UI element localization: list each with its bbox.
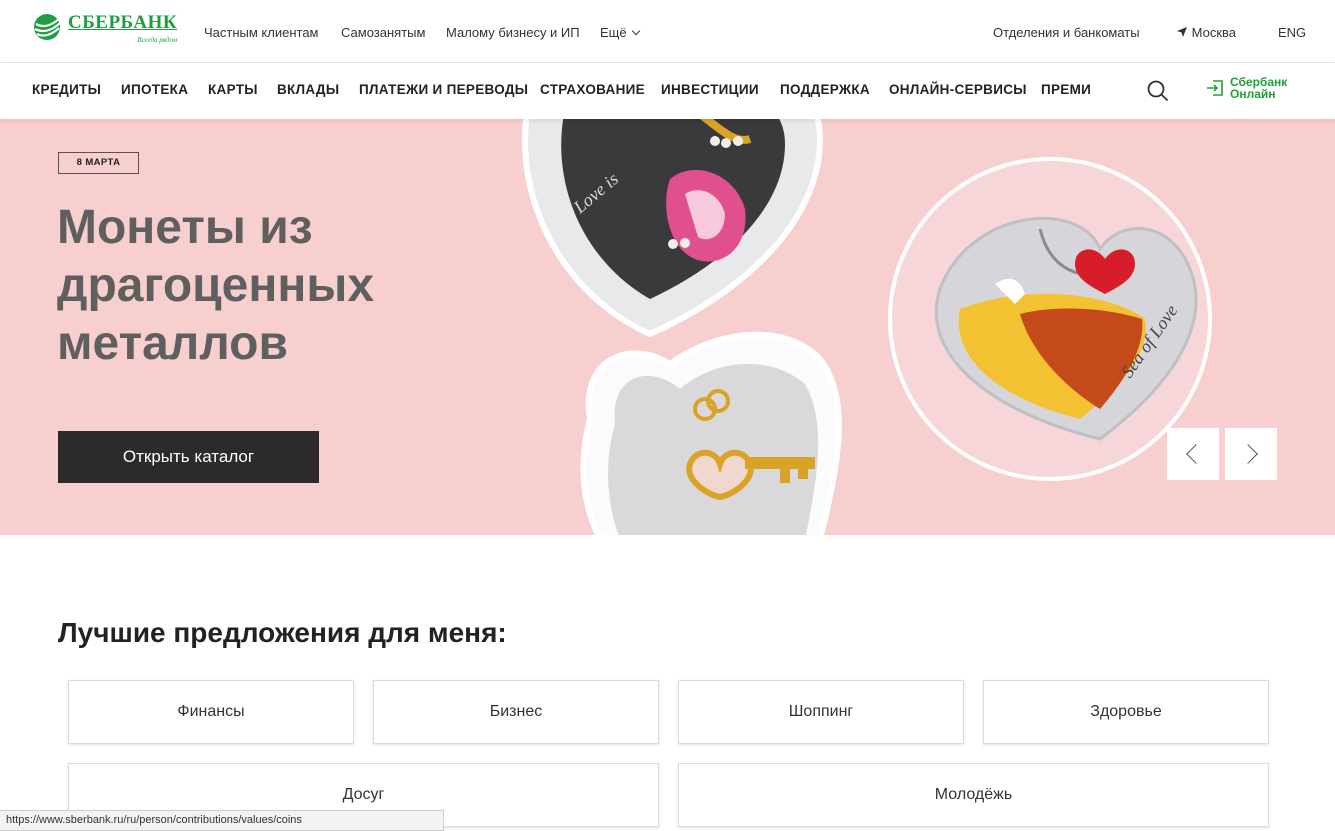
topnav-small-business[interactable]: Малому бизнесу и ИП [446, 25, 580, 40]
top-bar: СБЕРБАНК Всегда рядом Частным клиентам С… [0, 0, 1335, 63]
hero-title: Монеты из драгоценных металлов [57, 201, 375, 370]
logo-name: СБЕРБАНК [68, 12, 178, 33]
chevron-left-icon [1186, 444, 1206, 464]
offer-tile-finance[interactable]: Финансы [68, 680, 354, 744]
nav-support[interactable]: ПОДДЕРЖКА [780, 82, 870, 97]
nav-cards[interactable]: КАРТЫ [208, 82, 258, 97]
nav-premier[interactable]: ПРЕМИ [1041, 82, 1091, 97]
nav-credits[interactable]: КРЕДИТЫ [32, 82, 101, 97]
topnav-self-employed[interactable]: Самозанятым [341, 25, 425, 40]
language-switch[interactable]: ENG [1278, 25, 1306, 40]
login-icon [1207, 80, 1223, 96]
sberbank-logo[interactable]: СБЕРБАНК Всегда рядом [32, 12, 177, 52]
topnav-more-label: Ещё [600, 25, 627, 40]
status-url: https://www.sberbank.ru/ru/person/contri… [0, 810, 444, 831]
offer-tile-youth[interactable]: Молодёжь [678, 763, 1269, 827]
nav-deposits[interactable]: ВКЛАДЫ [277, 82, 339, 97]
city-selector[interactable]: Москва [1176, 25, 1236, 40]
nav-payments[interactable]: ПЛАТЕЖИ И ПЕРЕВОДЫ [359, 82, 528, 97]
offer-tile-health[interactable]: Здоровье [983, 680, 1269, 744]
nav-mortgage[interactable]: ИПОТЕКА [121, 82, 188, 97]
chevron-right-icon [1238, 444, 1258, 464]
open-catalog-button[interactable]: Открыть каталог [58, 431, 319, 483]
topnav-branches[interactable]: Отделения и банкоматы [993, 25, 1140, 40]
topnav-private-clients[interactable]: Частным клиентам [204, 25, 319, 40]
location-arrow-icon [1177, 27, 1187, 37]
offer-tile-shopping[interactable]: Шоппинг [678, 680, 964, 744]
nav-online-services[interactable]: ОНЛАЙН-СЕРВИСЫ [889, 82, 1027, 97]
hero-tag: 8 МАРТА [58, 152, 139, 174]
search-icon[interactable] [1146, 79, 1170, 103]
chevron-down-icon [631, 26, 640, 36]
slider-next-button[interactable] [1225, 428, 1277, 480]
city-label: Москва [1191, 25, 1237, 40]
main-navigation: КРЕДИТЫ ИПОТЕКА КАРТЫ ВКЛАДЫ ПЛАТЕЖИ И П… [0, 63, 1335, 119]
nav-insurance[interactable]: СТРАХОВАНИЕ [540, 82, 645, 97]
offers-title: Лучшие предложения для меня: [58, 617, 507, 648]
offer-tile-business[interactable]: Бизнес [373, 680, 659, 744]
sbol-line2: Онлайн [1230, 87, 1276, 101]
hero-banner: Love is Sea of Love 8 МАРТА Монеты из др… [0, 119, 1335, 535]
sberbank-logo-icon [34, 14, 61, 40]
topnav-more[interactable]: Ещё [600, 25, 640, 40]
sberbank-online-button[interactable]: Сбербанк Онлайн [1206, 76, 1287, 100]
slider-prev-button[interactable] [1167, 428, 1219, 480]
nav-investments[interactable]: ИНВЕСТИЦИИ [661, 82, 759, 97]
logo-slogan: Всегда рядом [137, 36, 178, 44]
